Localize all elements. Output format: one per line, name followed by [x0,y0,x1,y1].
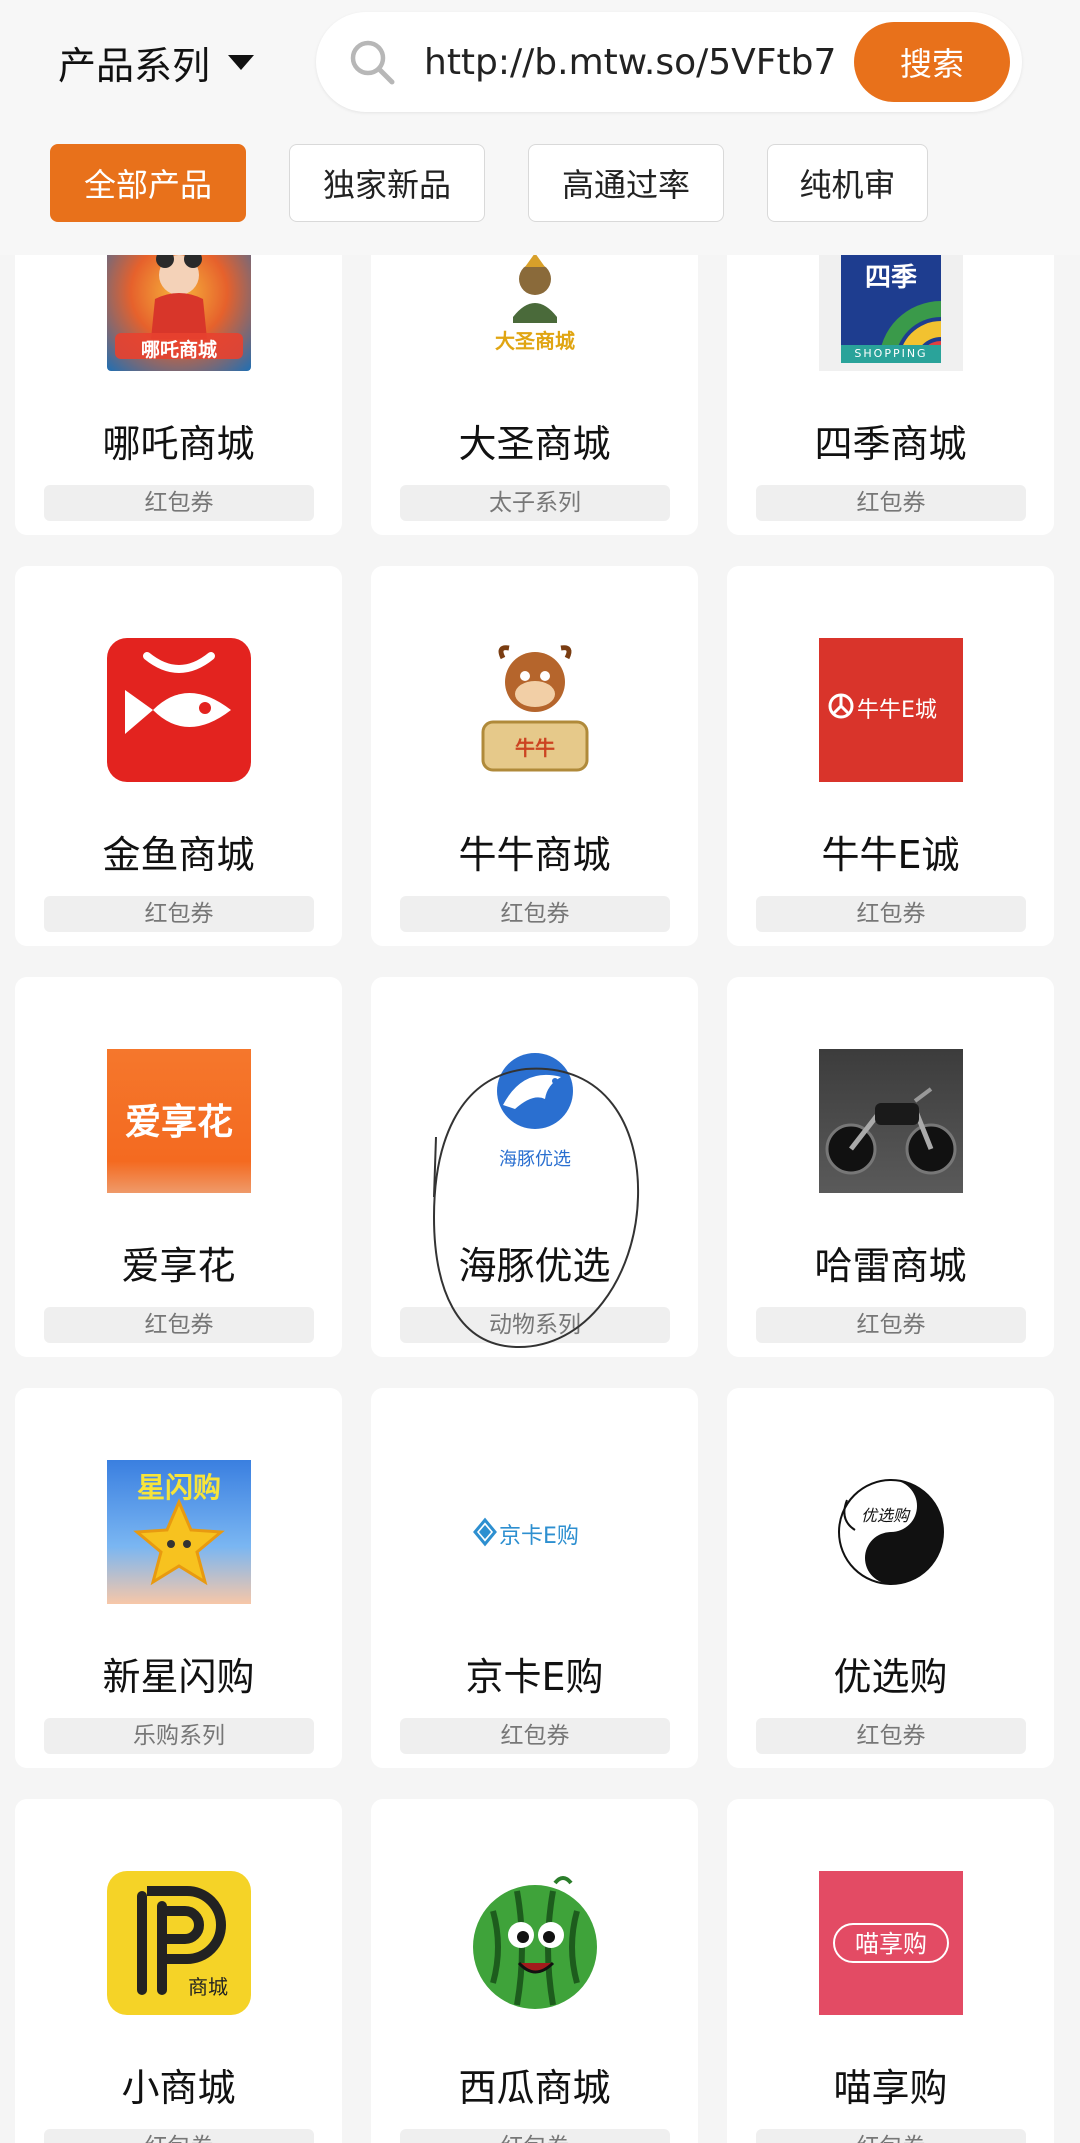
product-name: 优选购 [833,1655,948,1699]
cow-mascot-logo-text: 牛牛 [515,736,555,760]
nezha-logo-text: 哪吒商城 [140,339,217,361]
product-series-label: 产品系列 [58,43,211,88]
search-icon [350,40,395,85]
product-name: 喵享购 [833,2066,948,2110]
niuniu-e-logo-text: 牛牛E城 [857,698,937,723]
cow-mascot-logo-icon: 牛牛 [463,638,607,782]
product-name: 京卡E购 [465,1655,604,1699]
aixianghua-logo-icon: 爱享花 [107,1049,251,1193]
product-tag: 红包券 [400,2129,670,2143]
motorcycle-logo-icon [819,1049,963,1193]
product-card[interactable]: 爱享花 爱享花 红包券 [15,977,342,1357]
product-tag: 红包券 [756,1307,1026,1343]
product-name: 金鱼商城 [102,833,255,877]
product-tag: 红包券 [44,485,314,521]
product-name: 哪吒商城 [102,422,255,466]
yin-yang-logo-icon: 优选购 [819,1460,963,1604]
product-card[interactable]: 金鱼商城 红包券 [15,566,342,946]
p-letter-logo-icon: 商城 [107,1871,251,2015]
product-tag: 红包券 [44,2129,314,2143]
monkey-king-logo-text: 大圣商城 [495,329,575,353]
product-card[interactable]: 喵享购 喵享购 红包券 [727,1799,1054,2143]
search-input[interactable] [424,36,834,88]
star-logo-text: 星闪购 [136,1471,221,1504]
shopping-bag-logo-icon: 四季 SHOPPING [819,255,963,371]
shopping-bag-logo-text: 四季 [864,263,917,293]
product-card[interactable]: 哪吒商城 哪吒商城 红包券 [15,255,342,535]
product-card[interactable]: 优选购 优选购 红包券 [727,1388,1054,1768]
product-card[interactable]: 星闪购 新星闪购 乐购系列 [15,1388,342,1768]
niuniu-e-logo-icon: 牛牛E城 [819,638,963,782]
product-card[interactable]: 大圣商城 大圣商城 太子系列 [371,255,698,535]
aixianghua-logo-text: 爱享花 [124,1102,233,1143]
tab-all-products[interactable]: 全部产品 [50,144,246,222]
product-grid: 哪吒商城 哪吒商城 红包券 大圣商城 大圣商城 太子系列 四季 SHOPPING… [0,255,1080,2143]
shopping-bag-logo-subtext: SHOPPING [854,347,928,360]
header: 产品系列 搜索 全部产品 独家新品 高通过率 纯机审 [0,0,1080,255]
product-card[interactable]: 商城 小商城 红包券 [15,1799,342,2143]
product-card[interactable]: 哈雷商城 红包券 [727,977,1054,1357]
product-tag: 红包券 [756,2129,1026,2143]
tab-high-pass-rate[interactable]: 高通过率 [528,144,724,222]
monkey-king-logo-icon: 大圣商城 [463,255,607,371]
goldfish-logo-icon [107,638,251,782]
miaoxianggou-logo-icon: 喵享购 [819,1871,963,2015]
product-tag: 红包券 [44,1307,314,1343]
product-series-dropdown[interactable]: 产品系列 [58,36,255,88]
nezha-logo-icon: 哪吒商城 [107,255,251,371]
product-tag: 红包券 [756,485,1026,521]
product-name: 四季商城 [814,422,967,466]
product-card[interactable]: 西瓜商城 红包券 [371,1799,698,2143]
product-tag: 红包券 [400,896,670,932]
p-letter-logo-text: 商城 [188,1975,228,1999]
watermelon-logo-icon [463,1871,607,2015]
product-name: 小商城 [121,2066,236,2110]
caret-down-icon [228,54,255,70]
diamond-logo-icon: 京卡E购 [463,1460,607,1604]
yin-yang-logo-text: 优选购 [860,1506,909,1525]
product-name: 爱享花 [121,1244,236,1288]
product-tag: 红包券 [756,1718,1026,1754]
product-card[interactable]: 牛牛E城 牛牛E诚 红包券 [727,566,1054,946]
product-name: 牛牛E诚 [821,833,960,877]
product-name: 大圣商城 [458,422,611,466]
product-name: 西瓜商城 [458,2066,611,2110]
product-card[interactable]: 牛牛 牛牛商城 红包券 [371,566,698,946]
miaoxianggou-logo-text: 喵享购 [833,1923,949,1963]
product-name: 哈雷商城 [814,1244,967,1288]
product-card[interactable]: 京卡E购 京卡E购 红包券 [371,1388,698,1768]
product-name: 新星闪购 [102,1655,255,1699]
product-name: 牛牛商城 [458,833,611,877]
star-logo-icon: 星闪购 [107,1460,251,1604]
product-tag: 红包券 [44,896,314,932]
product-tag: 红包券 [756,896,1026,932]
tab-exclusive-new[interactable]: 独家新品 [289,144,485,222]
product-tag: 太子系列 [400,485,670,521]
tab-machine-review[interactable]: 纯机审 [767,144,928,222]
search-button[interactable]: 搜索 [854,22,1010,102]
product-tag: 乐购系列 [44,1718,314,1754]
product-tag: 红包券 [400,1718,670,1754]
search-bar: 搜索 [316,12,1022,112]
hand-drawn-circle-annotation [432,1067,640,1349]
diamond-logo-text: 京卡E购 [499,1524,579,1549]
product-card[interactable]: 四季 SHOPPING 四季商城 红包券 [727,255,1054,535]
product-card[interactable]: 海豚优选 海豚优选 动物系列 [371,977,698,1357]
